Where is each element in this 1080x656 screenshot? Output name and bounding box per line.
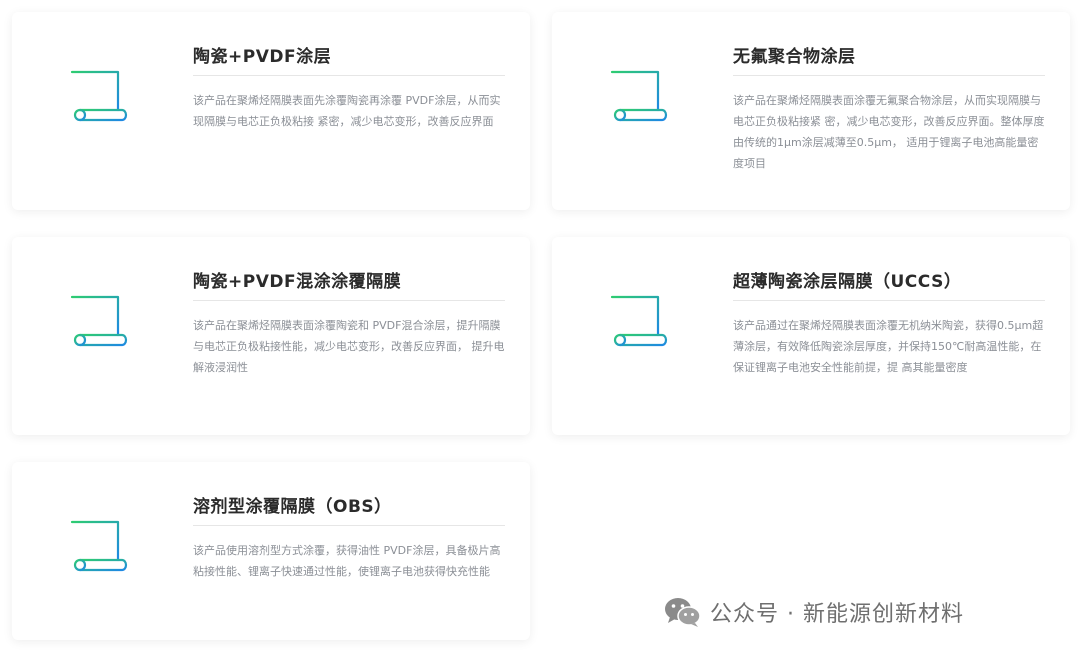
card-divider bbox=[193, 300, 505, 301]
card-description: 该产品在聚烯烃隔膜表面涂覆陶瓷和 PVDF混合涂层，提升隔膜与电芯正负极粘接性能… bbox=[193, 319, 505, 374]
card-title: 无氟聚合物涂层 bbox=[733, 47, 856, 67]
card-description: 该产品在聚烯烃隔膜表面涂覆无氟聚合物涂层，从而实现隔膜与电芯正负极粘接紧 密，减… bbox=[733, 94, 1045, 170]
card-divider bbox=[733, 75, 1045, 76]
wechat-watermark: 公众号 · 新能源创新材料 bbox=[664, 594, 964, 630]
card-divider bbox=[733, 300, 1045, 301]
product-card-obs[interactable]: 溶剂型涂覆隔膜（OBS） 该产品使用溶剂型方式涂覆，获得油性 PVDF涂层，具备… bbox=[12, 462, 530, 640]
product-card-fluorine-free[interactable]: 无氟聚合物涂层 该产品在聚烯烃隔膜表面涂覆无氟聚合物涂层，从而实现隔膜与电芯正负… bbox=[552, 12, 1070, 210]
card-title: 溶剂型涂覆隔膜（OBS） bbox=[193, 497, 392, 517]
product-card-ceramic-pvdf[interactable]: 陶瓷+PVDF涂层 该产品在聚烯烃隔膜表面先涂覆陶瓷再涂覆 PVDF涂层，从而实… bbox=[12, 12, 530, 210]
scroll-document-icon bbox=[66, 514, 128, 572]
card-title: 陶瓷+PVDF混涂涂覆隔膜 bbox=[193, 272, 402, 292]
scroll-document-icon bbox=[606, 64, 668, 122]
card-title: 陶瓷+PVDF涂层 bbox=[193, 47, 332, 67]
watermark-text: 公众号 · 新能源创新材料 bbox=[710, 602, 964, 627]
scroll-document-icon bbox=[66, 289, 128, 347]
product-card-uccs[interactable]: 超薄陶瓷涂层隔膜（UCCS） 该产品通过在聚烯烃隔膜表面涂覆无机纳米陶瓷，获得0… bbox=[552, 237, 1070, 435]
product-card-ceramic-pvdf-mixed[interactable]: 陶瓷+PVDF混涂涂覆隔膜 该产品在聚烯烃隔膜表面涂覆陶瓷和 PVDF混合涂层，… bbox=[12, 237, 530, 435]
wechat-icon bbox=[665, 598, 701, 627]
scroll-document-icon bbox=[606, 289, 668, 347]
card-description: 该产品通过在聚烯烃隔膜表面涂覆无机纳米陶瓷，获得0.5μm超薄涂层，有效降低陶瓷… bbox=[733, 319, 1044, 374]
card-divider bbox=[193, 75, 505, 76]
card-title: 超薄陶瓷涂层隔膜（UCCS） bbox=[733, 272, 962, 292]
card-divider bbox=[193, 525, 505, 526]
card-description: 该产品使用溶剂型方式涂覆，获得油性 PVDF涂层，具备极片高粘接性能、锂离子快速… bbox=[193, 544, 501, 578]
card-description: 该产品在聚烯烃隔膜表面先涂覆陶瓷再涂覆 PVDF涂层，从而实现隔膜与电芯正负极粘… bbox=[193, 94, 501, 128]
scroll-document-icon bbox=[66, 64, 128, 122]
